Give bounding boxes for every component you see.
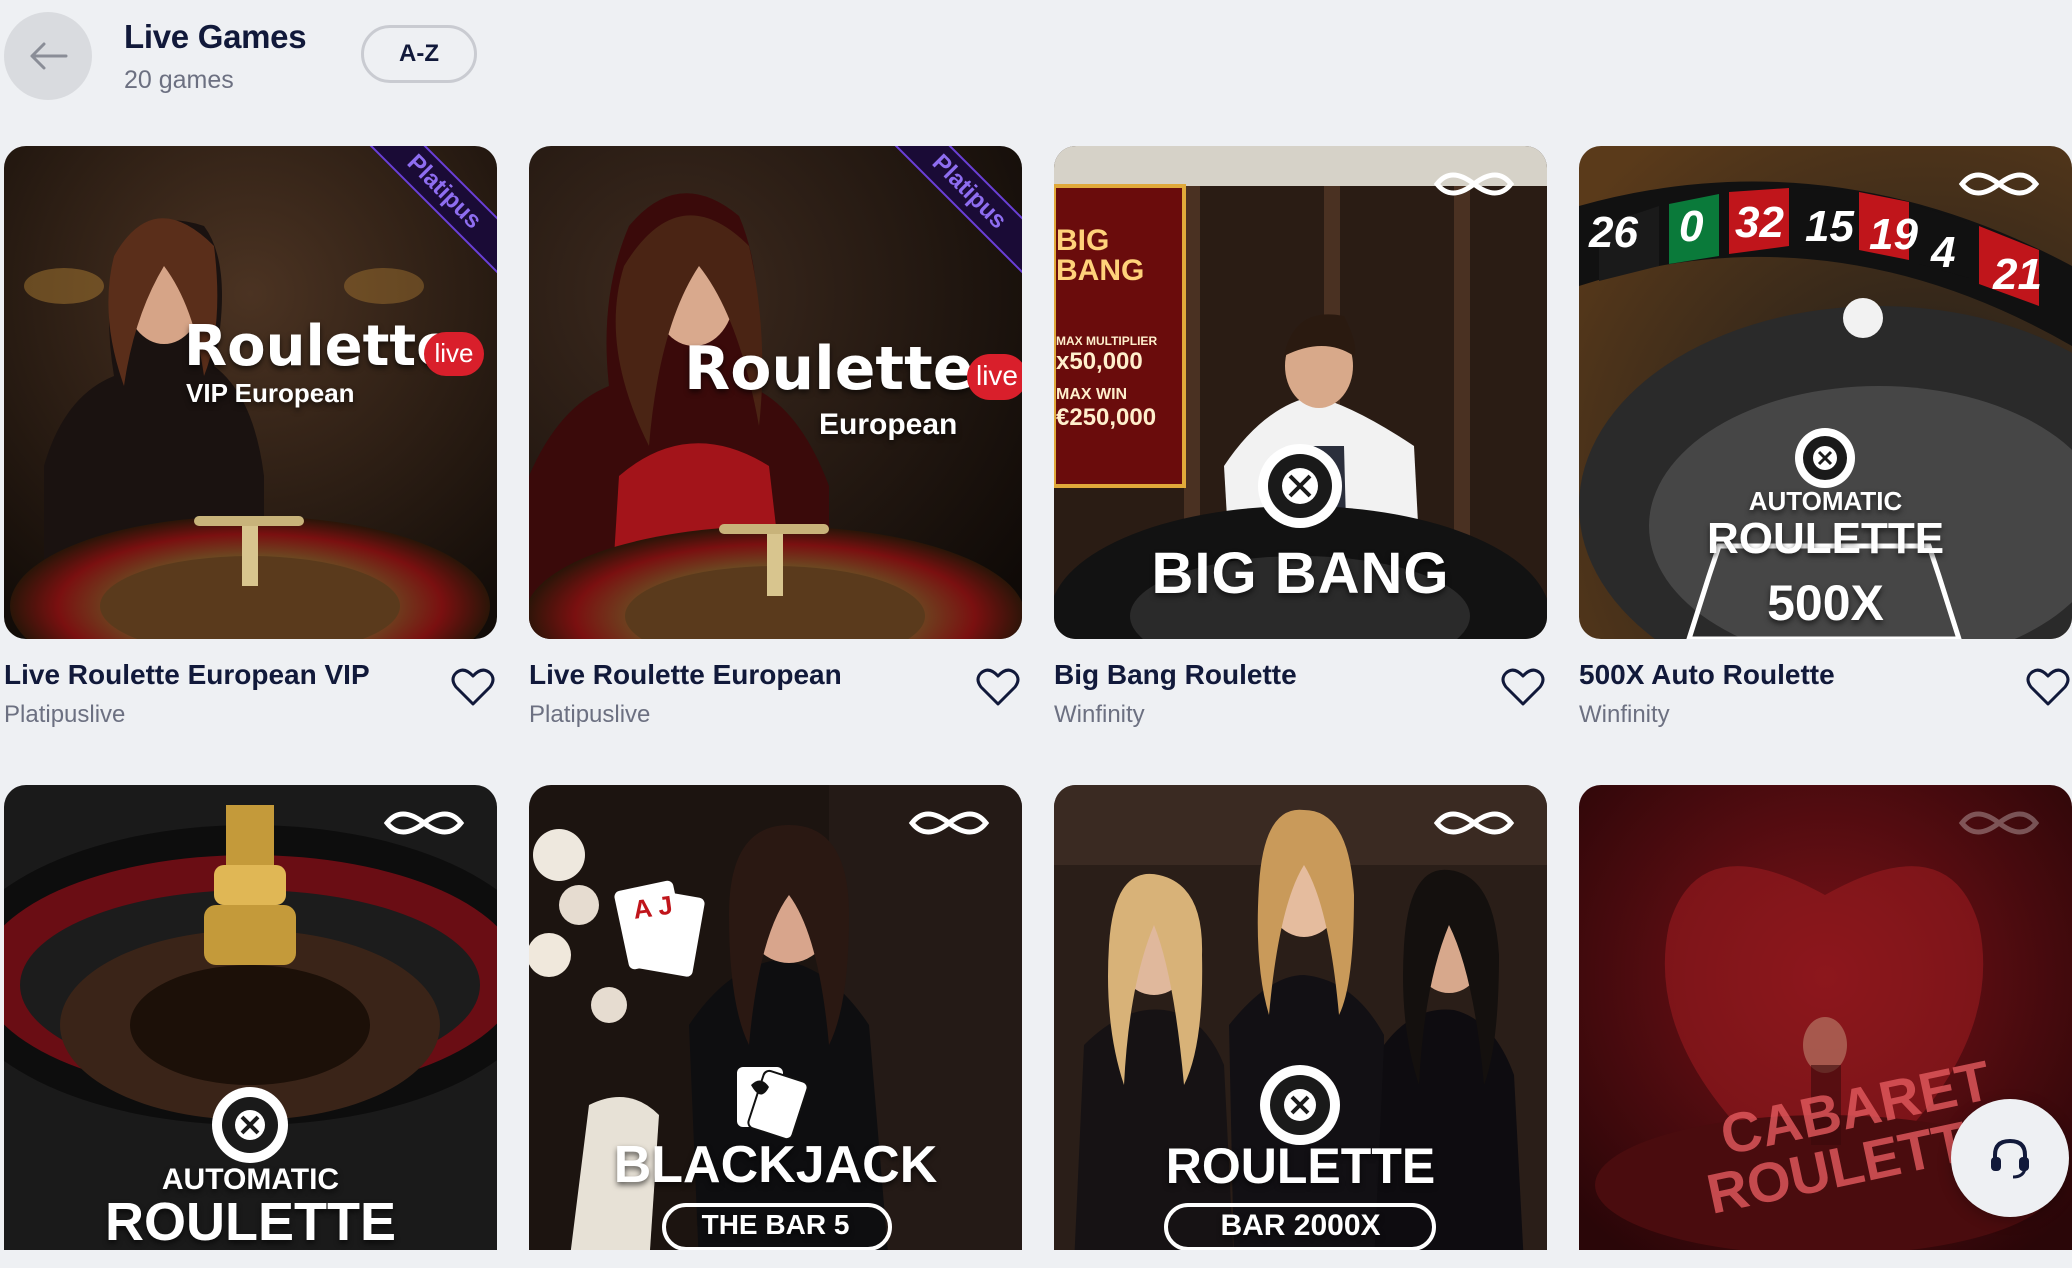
art-top-text: AUTOMATIC xyxy=(1748,486,1903,516)
game-thumbnail[interactable]: Platipus Roulette live European xyxy=(529,146,1022,639)
page-title: Live Games xyxy=(124,18,307,55)
game-thumbnail[interactable]: AUTOMATIC ROULETTE xyxy=(4,785,497,1265)
art-title: ROULETTE xyxy=(1165,1138,1436,1194)
art-subtitle: BAR 2000X xyxy=(1220,1209,1381,1242)
wheel-number: 32 xyxy=(1735,198,1784,247)
game-provider: Platipuslive xyxy=(529,701,651,728)
game-name[interactable]: Live Roulette European xyxy=(529,659,842,691)
art-sign-title: BIG BANG xyxy=(1056,224,1145,287)
game-card: Platipus Roulette live European Live Rou… xyxy=(529,146,1022,745)
game-thumbnail[interactable]: 26 0 32 15 19 4 21 AUTOMATIC ROULETTE 50… xyxy=(1579,146,2072,639)
game-card: Platipus Roulette live VIP European Live… xyxy=(4,146,497,745)
game-name[interactable]: Big Bang Roulette xyxy=(1054,659,1297,691)
art-sign-line: x50,000 xyxy=(1056,348,1143,375)
sort-az-button[interactable]: A-Z xyxy=(361,25,477,83)
headset-icon xyxy=(1991,1138,2029,1179)
arrow-left-icon xyxy=(30,42,68,70)
favorite-heart-icon[interactable] xyxy=(451,667,495,707)
art-title: Roulette xyxy=(684,334,974,404)
game-name[interactable]: Live Roulette European VIP xyxy=(4,659,370,691)
infinity-icon xyxy=(908,811,990,835)
games-count: 20 games xyxy=(124,66,234,94)
wheel-number: 21 xyxy=(1993,250,2042,299)
art-title: BLACKJACK xyxy=(613,1136,938,1194)
game-card: ROULETTE BAR 2000X xyxy=(1054,785,1547,1265)
game-card: BIG BANG MAX MULTIPLIER x50,000 MAX WIN … xyxy=(1054,146,1547,745)
wheel-number: 0 xyxy=(1679,202,1704,251)
infinity-icon xyxy=(1958,172,2040,196)
infinity-icon xyxy=(383,811,465,835)
live-badge: live xyxy=(424,332,484,376)
live-badge: live xyxy=(967,354,1022,400)
art-subtitle: 500X xyxy=(1767,575,1884,631)
game-thumbnail[interactable]: A J BLACKJACK THE BAR 5 xyxy=(529,785,1022,1265)
favorite-heart-icon[interactable] xyxy=(1501,667,1545,707)
game-card: AUTOMATIC ROULETTE xyxy=(4,785,497,1265)
art-sign-line: MAX MULTIPLIER xyxy=(1056,334,1158,348)
infinity-icon xyxy=(1958,811,2040,835)
game-provider: Winfinity xyxy=(1054,701,1145,728)
art-title: ROULETTE xyxy=(1706,514,1945,563)
game-thumbnail[interactable]: ROULETTE BAR 2000X xyxy=(1054,785,1547,1265)
infinity-icon xyxy=(1433,811,1515,835)
wheel-number: 26 xyxy=(1589,208,1638,257)
back-button[interactable] xyxy=(4,12,92,100)
wheel-number: 4 xyxy=(1931,228,1956,277)
game-thumbnail[interactable]: Platipus Roulette live VIP European xyxy=(4,146,497,639)
art-subtitle: VIP European xyxy=(186,378,355,408)
infinity-icon xyxy=(1433,172,1515,196)
wheel-number: 15 xyxy=(1805,202,1854,251)
support-chat-button[interactable] xyxy=(1951,1099,2069,1217)
game-name[interactable]: 500X Auto Roulette xyxy=(1579,659,1835,691)
games-grid: Platipus Roulette live VIP European Live… xyxy=(4,146,2072,1265)
art-sign-line: MAX WIN xyxy=(1056,386,1128,403)
game-card: 26 0 32 15 19 4 21 AUTOMATIC ROULETTE 50… xyxy=(1579,146,2072,745)
favorite-heart-icon[interactable] xyxy=(976,667,1020,707)
game-provider: Platipuslive xyxy=(4,701,126,728)
game-card: A J BLACKJACK THE BAR 5 xyxy=(529,785,1022,1265)
art-subtitle: European xyxy=(819,408,958,441)
art-title: Roulette xyxy=(184,314,455,379)
favorite-heart-icon[interactable] xyxy=(2026,667,2070,707)
page-bottom xyxy=(0,1250,2072,1268)
art-title: BIG BANG xyxy=(1151,541,1450,606)
art-subtitle: THE BAR 5 xyxy=(701,1209,850,1240)
game-provider: Winfinity xyxy=(1579,701,1670,728)
art-sign-line: €250,000 xyxy=(1056,404,1157,431)
wheel-number: 19 xyxy=(1869,210,1918,259)
art-title: ROULETTE xyxy=(105,1192,396,1252)
game-thumbnail[interactable]: BIG BANG MAX MULTIPLIER x50,000 MAX WIN … xyxy=(1054,146,1547,639)
